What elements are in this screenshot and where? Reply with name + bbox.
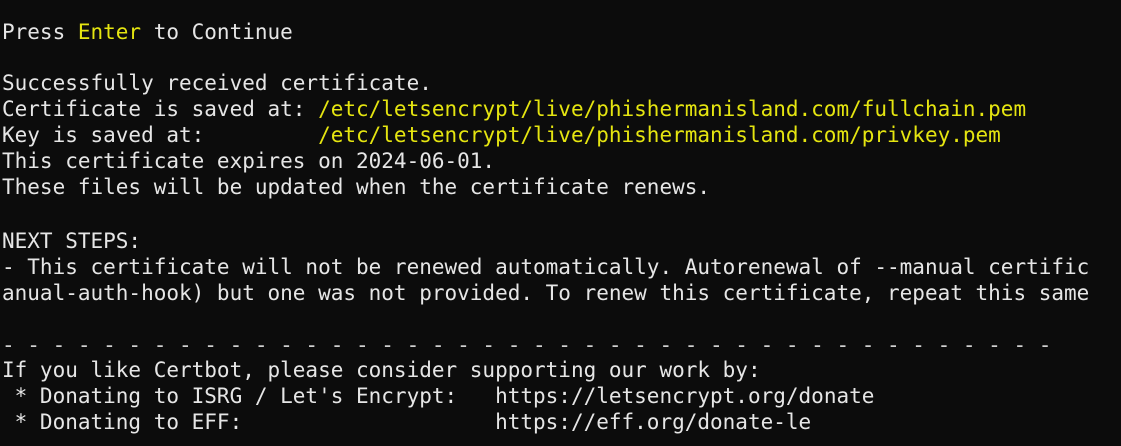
certificate-path: /etc/letsencrypt/live/phishermanisland.c… [318,97,1027,121]
renewal-message: These files will be updated when the cer… [2,175,711,199]
donate-eff-line: * Donating to EFF: https://eff.org/donat… [2,409,812,435]
donate-isrg-line: * Donating to ISRG / Let's Encrypt: http… [2,383,875,409]
separator-top: - - - - - - - - - - - - - - - - - - - - … [2,0,1051,11]
terminal-window[interactable]: - - - - - - - - - - - - - - - - - - - - … [0,0,1121,446]
donate-eff-link[interactable]: https://eff.org/donate-le [495,410,811,434]
separator-bottom: - - - - - - - - - - - - - - - - - - - - … [2,434,1051,446]
enter-key-label: Enter [77,20,142,44]
success-message: Successfully received certificate. [2,71,432,95]
donate-eff-label: * Donating to EFF: [2,410,496,434]
key-path-label: Key is saved at: [2,123,319,147]
separator-middle: - - - - - - - - - - - - - - - - - - - - … [2,333,1052,357]
donate-isrg-label: * Donating to ISRG / Let's Encrypt: [2,384,496,408]
support-message: If you like Certbot, please consider sup… [2,358,761,382]
donate-isrg-link[interactable]: https://letsencrypt.org/donate [495,384,874,408]
next-steps-heading: NEXT STEPS: [2,229,142,253]
press-enter-after: to Continue [141,20,293,44]
key-path-line: Key is saved at: /etc/letsencrypt/live/p… [2,122,1001,148]
key-path: /etc/letsencrypt/live/phishermanisland.c… [318,123,1001,147]
next-steps-line-1: - This certificate will not be renewed a… [2,255,1090,279]
certificate-path-line: Certificate is saved at: /etc/letsencryp… [2,96,1026,122]
certificate-path-label: Certificate is saved at: [2,97,319,121]
expiry-message: This certificate expires on 2024-06-01. [2,149,496,173]
next-steps-line-2: anual-auth-hook) but one was not provide… [2,281,1090,305]
press-enter-before: Press [2,20,78,44]
press-enter-prompt: Press Enter to Continue [2,19,293,45]
